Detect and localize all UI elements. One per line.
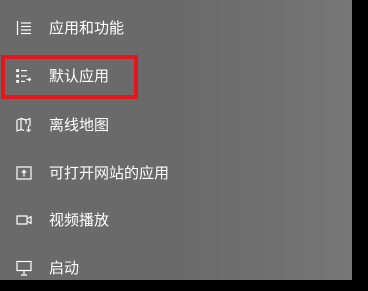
nav-item-offline-maps[interactable]: 离线地图 bbox=[0, 102, 352, 148]
nav-item-label: 离线地图 bbox=[49, 116, 110, 134]
settings-nav-panel: 应用和功能 默认应用 离线地图 可打开网站的应用 视频播放 启动 bbox=[0, 0, 352, 280]
default-apps-icon bbox=[16, 68, 32, 84]
offline-maps-icon bbox=[16, 117, 32, 133]
nav-item-apps-features[interactable]: 应用和功能 bbox=[0, 5, 352, 51]
apps-for-websites-icon bbox=[16, 165, 32, 181]
apps-features-icon bbox=[16, 20, 32, 36]
window-edge bbox=[352, 0, 368, 280]
nav-item-default-apps[interactable]: 默认应用 bbox=[0, 53, 352, 99]
nav-item-label: 应用和功能 bbox=[49, 19, 125, 37]
video-playback-icon bbox=[16, 212, 32, 228]
nav-item-label: 默认应用 bbox=[49, 67, 110, 85]
nav-item-apps-for-websites[interactable]: 可打开网站的应用 bbox=[0, 150, 352, 196]
nav-item-label: 视频播放 bbox=[49, 211, 110, 229]
nav-item-label: 启动 bbox=[49, 259, 80, 277]
nav-item-startup[interactable]: 启动 bbox=[0, 245, 352, 291]
nav-item-video-playback[interactable]: 视频播放 bbox=[0, 197, 352, 243]
nav-item-label: 可打开网站的应用 bbox=[49, 164, 170, 182]
startup-icon bbox=[16, 260, 32, 276]
